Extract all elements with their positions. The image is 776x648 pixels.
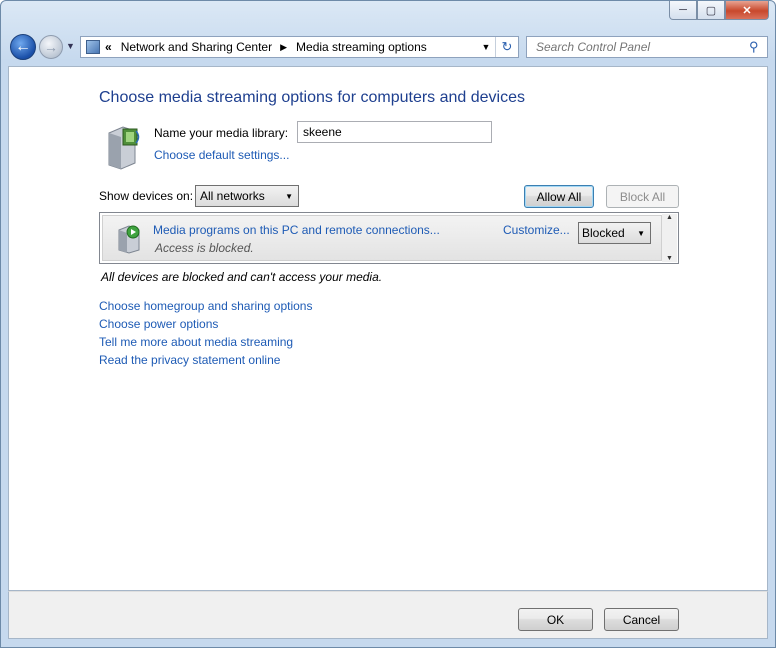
control-panel-window: ─ ▢ ✕ ← → ▼ « Network and Sharing Center… [0, 0, 776, 648]
block-all-button[interactable]: Block All [606, 185, 679, 208]
device-access-select[interactable]: Blocked ▼ [578, 222, 651, 244]
related-links: Choose homegroup and sharing options Cho… [99, 297, 312, 369]
list-item[interactable]: Media programs on this PC and remote con… [102, 215, 662, 261]
customize-link[interactable]: Customize... [503, 223, 570, 237]
privacy-statement-link[interactable]: Read the privacy statement online [99, 351, 312, 369]
maximize-button[interactable]: ▢ [697, 1, 725, 20]
media-library-icon [108, 126, 140, 170]
scroll-up-icon[interactable]: ▲ [666, 214, 673, 221]
recent-pages-dropdown[interactable]: ▼ [66, 41, 75, 51]
chevron-down-icon: ▼ [285, 191, 293, 201]
back-arrow-icon: ← [15, 38, 31, 55]
forward-arrow-icon: → [44, 39, 58, 55]
back-button[interactable]: ← [10, 34, 36, 60]
dialog-footer: OK Cancel [8, 591, 768, 639]
show-devices-select[interactable]: All networks ▼ [195, 185, 299, 207]
ok-button[interactable]: OK [518, 608, 593, 631]
search-box[interactable]: ⚲ [526, 36, 768, 58]
homegroup-sharing-link[interactable]: Choose homegroup and sharing options [99, 297, 312, 315]
media-device-icon [118, 225, 140, 254]
device-status: Access is blocked. [155, 241, 254, 255]
main-content: Choose media streaming options for compu… [8, 66, 768, 591]
breadcrumb-overflow-button[interactable]: « [105, 40, 112, 54]
library-name-field[interactable] [297, 121, 492, 143]
power-options-link[interactable]: Choose power options [99, 315, 312, 333]
device-list: Media programs on this PC and remote con… [99, 212, 679, 264]
blocked-note: All devices are blocked and can't access… [101, 270, 383, 284]
navigation-bar: ← → ▼ « Network and Sharing Center ▶ Med… [1, 31, 775, 63]
media-streaming-help-link[interactable]: Tell me more about media streaming [99, 333, 312, 351]
breadcrumb-media-streaming-options[interactable]: Media streaming options [296, 40, 427, 54]
search-input[interactable] [534, 39, 749, 55]
control-panel-icon [86, 40, 100, 54]
show-devices-value: All networks [200, 189, 265, 203]
device-name-link[interactable]: Media programs on this PC and remote con… [153, 223, 440, 237]
allow-all-button[interactable]: Allow All [524, 185, 594, 208]
device-list-scrollbar[interactable]: ▲ ▼ [662, 214, 677, 262]
address-dropdown-icon[interactable]: ▼ [477, 42, 495, 52]
show-devices-label: Show devices on: [99, 189, 194, 203]
cancel-button[interactable]: Cancel [604, 608, 679, 631]
refresh-icon[interactable]: ↻ [495, 37, 518, 57]
forward-button[interactable]: → [39, 35, 63, 59]
search-icon[interactable]: ⚲ [749, 39, 767, 55]
address-bar[interactable]: « Network and Sharing Center ▶ Media str… [80, 36, 519, 58]
caption-buttons: ─ ▢ ✕ [669, 1, 769, 20]
close-button[interactable]: ✕ [725, 1, 769, 20]
minimize-button[interactable]: ─ [669, 1, 697, 20]
breadcrumb-separator-icon[interactable]: ▶ [280, 42, 287, 53]
library-name-label: Name your media library: [154, 126, 289, 140]
page-title: Choose media streaming options for compu… [99, 89, 525, 106]
breadcrumb-network-and-sharing-center[interactable]: Network and Sharing Center [121, 40, 272, 54]
choose-default-settings-link[interactable]: Choose default settings... [154, 148, 289, 162]
device-access-value: Blocked [582, 226, 625, 240]
scroll-down-icon[interactable]: ▼ [666, 255, 673, 262]
chevron-down-icon: ▼ [637, 228, 645, 238]
